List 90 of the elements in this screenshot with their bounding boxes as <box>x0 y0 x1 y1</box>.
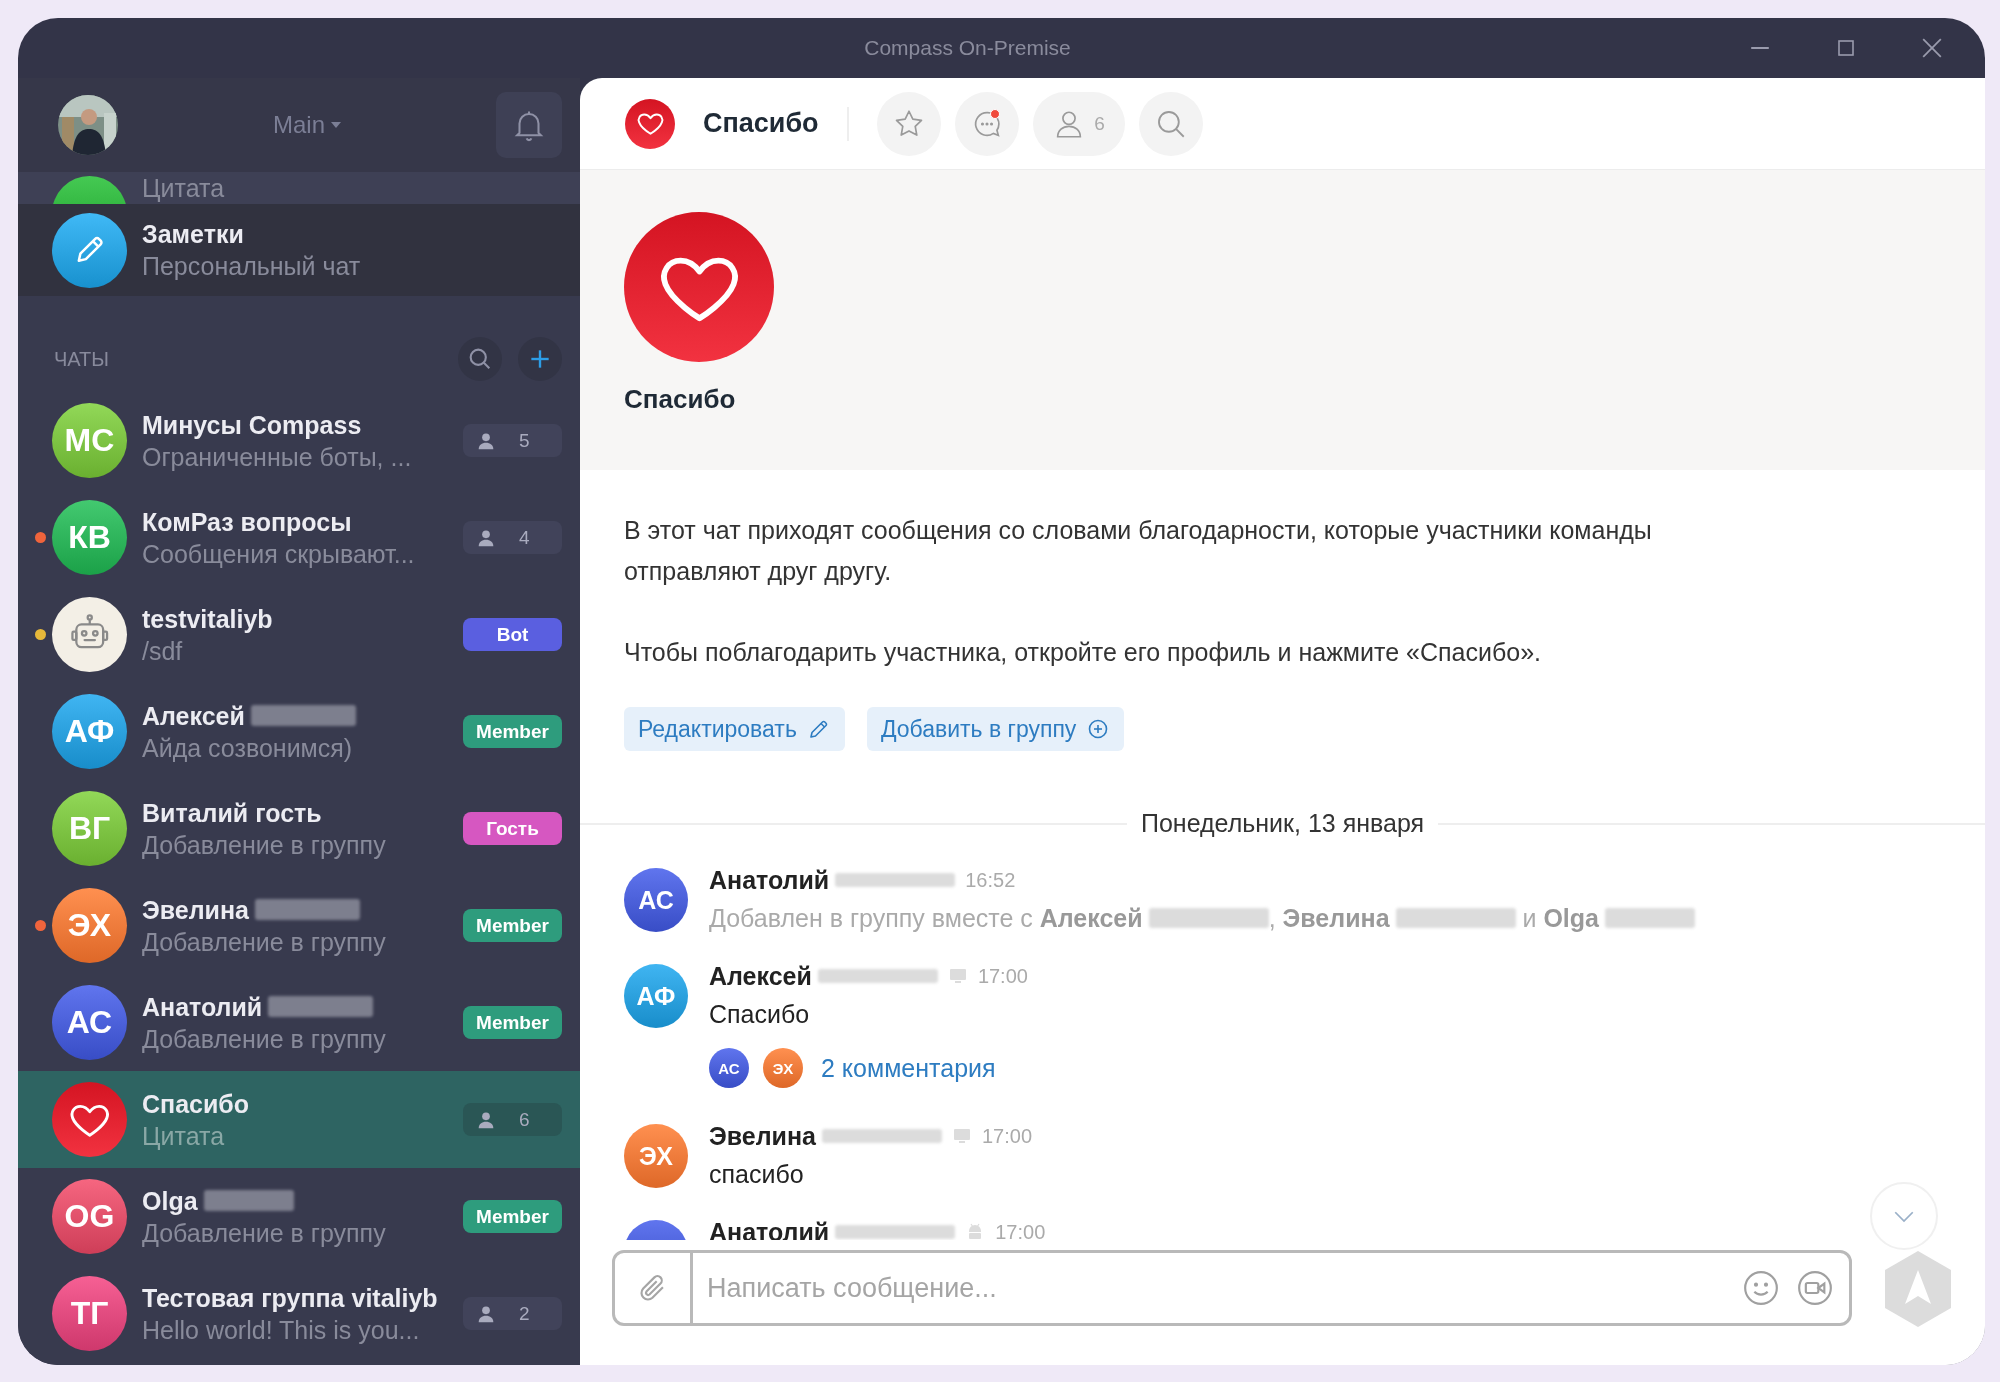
chat-name: Спасибо <box>142 1089 250 1118</box>
chat-item[interactable]: testvitaliyb /sdf Bot <box>18 586 580 683</box>
emoji-button[interactable] <box>1741 1268 1781 1308</box>
user-avatar: КВ <box>52 500 127 575</box>
window-title: Compass On-Premise <box>863 36 1072 60</box>
message-time: 17:00 <box>982 1124 1033 1148</box>
chat-name: КомРаз вопросы <box>142 507 352 536</box>
chat-title: Спасибо <box>703 108 819 139</box>
message-text: Спасибо <box>709 999 811 1030</box>
chat-item[interactable]: OG Olga Добавление в группу Member <box>18 1168 580 1265</box>
notifications-button[interactable] <box>496 92 562 158</box>
user-avatar: OG <box>52 1179 127 1254</box>
role-badge: Member <box>463 1200 562 1233</box>
chat-preview: Hello world! This is you... <box>142 1314 421 1345</box>
chat-item[interactable]: ТГ Тестовая группа vitaliyb Hello world! This is you... 2 <box>18 1265 580 1362</box>
chat-item[interactable]: МС Минусы Compass Ограниченные боты, ... 5 <box>18 392 580 489</box>
chat-name: Заметки <box>142 219 245 249</box>
member-count: 4 <box>519 526 530 549</box>
maximize-icon[interactable] <box>1836 38 1856 58</box>
role-badge: Member <box>463 1006 562 1039</box>
chat-preview: Персональный чат <box>142 251 362 281</box>
author-name: Эвелина <box>709 1121 816 1151</box>
user-avatar: АС <box>709 1048 749 1088</box>
caret-icon[interactable] <box>331 122 341 128</box>
author-name: Анатолий <box>709 865 830 895</box>
user-avatar: ВГ <box>52 791 127 866</box>
user-avatar: ЭХ <box>763 1048 803 1088</box>
action-button[interactable]: Добавить в группу <box>866 707 1125 751</box>
user-avatar: МС <box>52 403 127 478</box>
message-input[interactable]: Написать сообщение... <box>693 1252 1741 1324</box>
message-text: спасибо <box>709 1159 805 1190</box>
chat-preview: Добавление в группу <box>142 1023 387 1054</box>
member-count: 2 <box>519 1302 530 1325</box>
user-avatar: ЭХ <box>52 888 127 963</box>
chat-item[interactable]: АС Анатолий Добавление в группу Member <box>18 974 580 1071</box>
chat-name: Виталий гость <box>142 798 322 827</box>
action-button[interactable]: Редактировать <box>624 707 845 751</box>
chat-name: Тестовая группа vitaliyb <box>142 1283 438 1312</box>
date-divider: Понедельник, 13 января <box>1139 809 1426 838</box>
chat-preview: Айда созвонимся) <box>142 732 354 763</box>
chat-preview: Цитата <box>142 174 225 202</box>
author-name: Анатолий <box>709 1217 830 1240</box>
section-title: ЧАТЫ <box>54 346 111 371</box>
role-badge: Member <box>463 909 562 942</box>
chat-item[interactable]: Спасибо Цитата 6 <box>18 1071 580 1168</box>
chat-description: В этот чат приходят сообщения со словами благодарности, которые участники команды отправляют друг другу. <box>624 515 1653 587</box>
chat-item[interactable]: АФ Алексей Айда созвонимся) Member <box>18 683 580 780</box>
member-count: 6 <box>519 1108 530 1131</box>
member-count: 6 <box>1094 112 1105 135</box>
chat-item[interactable]: КВ КомРаз вопросы Сообщения скрывают... 4 <box>18 489 580 586</box>
chat-name: Минусы Compass <box>142 410 362 439</box>
chat-preview: Добавление в группу <box>142 926 387 957</box>
user-avatar: АФ <box>624 964 688 1028</box>
message-composer[interactable]: Написать сообщение... <box>612 1250 1852 1326</box>
user-avatar: ЭХ <box>624 1124 688 1188</box>
user-avatar: АС <box>52 985 127 1060</box>
message-time: 16:52 <box>965 868 1016 892</box>
chat-name: testvitaliyb <box>142 604 273 633</box>
search-button[interactable] <box>458 337 502 381</box>
user-avatar: АС <box>624 868 688 932</box>
close-icon[interactable] <box>1921 37 1943 59</box>
system-message: Добавлен в группу вместе с Алексей , Эвелина и Olga <box>709 898 1695 938</box>
chat-intro-title: Спасибо <box>624 384 737 415</box>
video-call-button[interactable] <box>1795 1268 1835 1308</box>
message-time: 17:00 <box>977 964 1028 988</box>
chat-name: Olga <box>142 1186 198 1215</box>
role-badge: Member <box>463 715 562 748</box>
user-avatar: ТГ <box>52 1276 127 1351</box>
user-avatar: АФ <box>52 694 127 769</box>
member-count: 5 <box>519 429 530 452</box>
comments-link[interactable]: 2 комментария <box>821 1053 996 1083</box>
chat-item[interactable]: ЭХ Эвелина Добавление в группу Member <box>18 877 580 974</box>
chat-description: Чтобы поблагодарить участника, откройте его профиль и нажмите «Спасибо». <box>624 637 1542 668</box>
chat-preview: Добавление в группу <box>142 1217 387 1248</box>
role-badge: Bot <box>463 618 562 651</box>
role-badge: Гость <box>463 812 562 845</box>
chat-preview: Сообщения скрывают... <box>142 538 416 569</box>
chat-name: Эвелина <box>142 895 249 924</box>
notes-chat-item[interactable]: Заметки Персональный чат <box>18 204 580 296</box>
chat-preview: /sdf <box>142 635 184 666</box>
author-name: Алексей <box>709 961 812 991</box>
message-time: 17:00 <box>995 1220 1046 1240</box>
unread-dot <box>989 108 1000 119</box>
chat-name: Алексей <box>142 701 245 730</box>
chat-preview: Цитата <box>142 1120 226 1151</box>
chat-preview: Добавление в группу <box>142 829 387 860</box>
chat-preview: Ограниченные боты, ... <box>142 441 413 472</box>
add-chat-button[interactable] <box>518 337 562 381</box>
chat-name: Анатолий <box>142 992 263 1021</box>
chat-item[interactable]: ВГ Виталий гость Добавление в группу Гость <box>18 780 580 877</box>
